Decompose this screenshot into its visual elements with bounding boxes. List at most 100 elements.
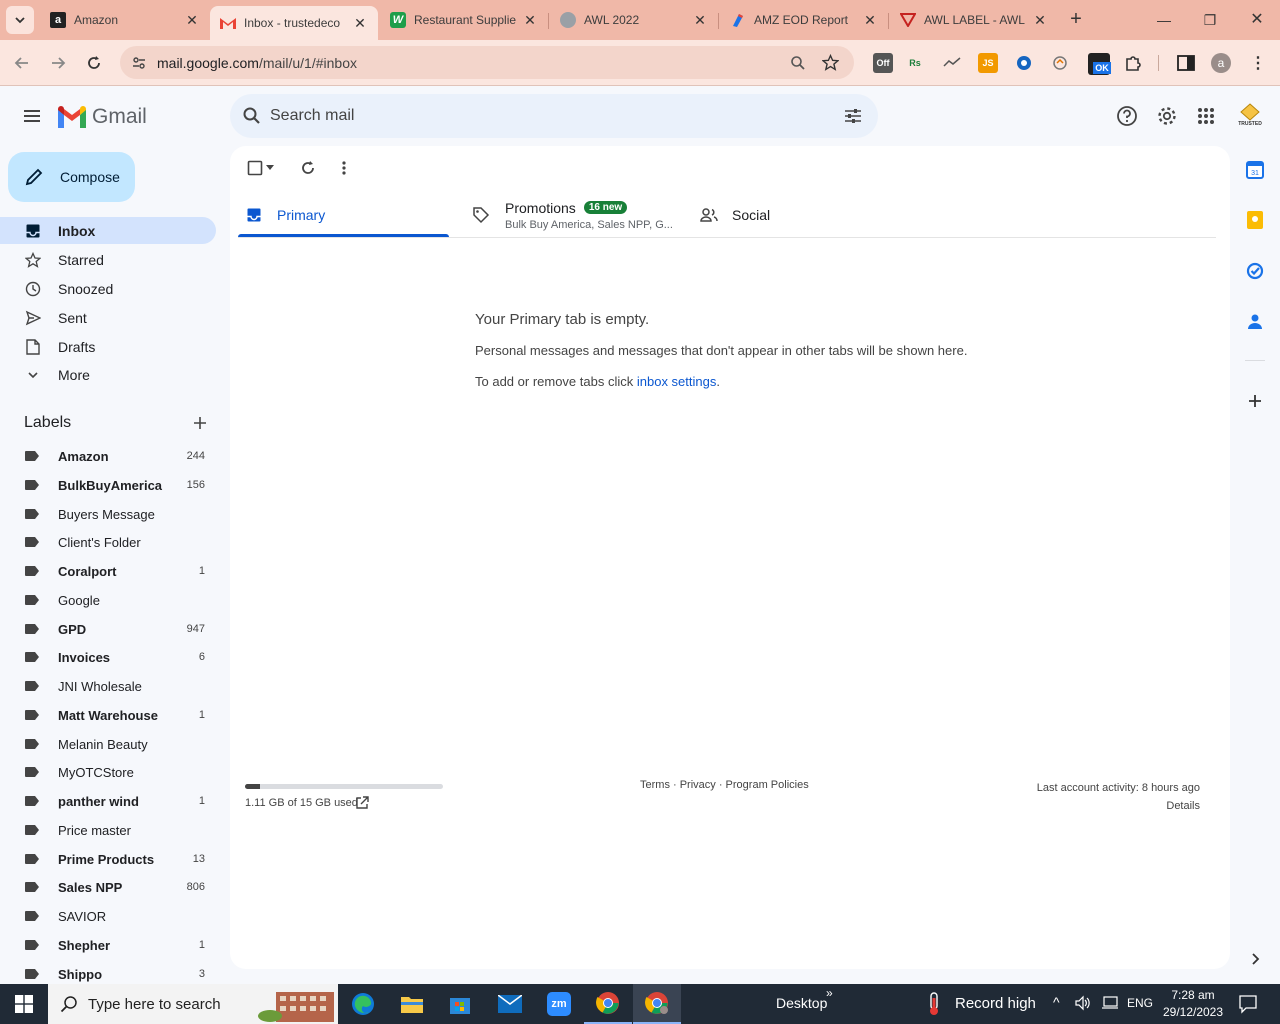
open-external-icon[interactable] xyxy=(355,796,369,810)
browser-tab-awl2022[interactable]: AWL 2022 ✕ xyxy=(550,4,718,36)
show-hidden-icons-icon[interactable]: ^ xyxy=(1053,994,1060,1010)
nav-item-inbox[interactable]: Inbox xyxy=(0,217,216,244)
more-options-icon[interactable] xyxy=(334,158,354,178)
label-item[interactable]: panther wind 1 xyxy=(0,788,216,814)
bookmark-star-icon[interactable] xyxy=(822,54,839,71)
refresh-icon[interactable] xyxy=(298,158,318,178)
close-tab-icon[interactable]: ✕ xyxy=(522,12,538,29)
search-input[interactable] xyxy=(270,104,830,128)
get-addons-icon[interactable] xyxy=(1245,391,1265,411)
label-item[interactable]: Shepher 1 xyxy=(0,932,216,958)
close-tab-icon[interactable]: ✕ xyxy=(184,12,200,29)
label-item[interactable]: GPD 947 xyxy=(0,616,216,642)
nav-item-sent[interactable]: Sent xyxy=(0,304,216,331)
browser-tab-gmail[interactable]: Inbox - trustedeco ✕ xyxy=(210,6,378,40)
volume-icon[interactable] xyxy=(1075,995,1091,1014)
extension-js-icon[interactable]: JS xyxy=(978,53,998,73)
profile-avatar[interactable]: a xyxy=(1211,53,1231,73)
nav-item-starred[interactable]: Starred xyxy=(0,246,216,273)
tab-search-button[interactable] xyxy=(6,6,34,34)
chrome-profile-app-icon[interactable] xyxy=(633,984,681,1024)
tasks-icon[interactable] xyxy=(1245,261,1265,281)
label-item[interactable]: Invoices 6 xyxy=(0,644,216,670)
close-tab-icon[interactable]: ✕ xyxy=(352,15,368,32)
chrome-app-icon[interactable] xyxy=(584,984,632,1024)
label-item[interactable]: Client's Folder xyxy=(0,529,216,555)
address-bar[interactable]: mail.google.com/mail/u/1/#inbox xyxy=(120,46,854,79)
gmail-logo[interactable]: Gmail xyxy=(58,104,147,130)
toolbar-overflow-icon[interactable]: » xyxy=(826,986,833,1000)
footer-policy-links[interactable]: Terms · Privacy · Program Policies xyxy=(640,779,809,791)
create-label-button[interactable] xyxy=(191,414,209,432)
extension-rs-icon[interactable]: Rs xyxy=(905,53,925,73)
nav-item-snoozed[interactable]: Snoozed xyxy=(0,275,216,302)
taskbar-search[interactable]: Type here to search xyxy=(48,984,338,1024)
browser-tab-restaurant[interactable]: W Restaurant Supplie ✕ xyxy=(380,4,548,36)
label-item[interactable]: Melanin Beauty xyxy=(0,731,216,757)
search-options-icon[interactable] xyxy=(843,106,863,126)
label-item[interactable]: Sales NPP 806 xyxy=(0,874,216,900)
settings-gear-icon[interactable] xyxy=(1155,104,1179,128)
desktop-toolbar-label[interactable]: Desktop xyxy=(776,995,827,1011)
reload-button[interactable] xyxy=(83,52,105,74)
side-panel-icon[interactable] xyxy=(1176,53,1196,73)
tab-promotions[interactable]: Promotions 16 new Bulk Buy America, Sale… xyxy=(472,192,673,238)
microsoft-store-icon[interactable] xyxy=(436,984,484,1024)
account-avatar[interactable]: TRUSTED xyxy=(1236,100,1264,130)
start-button[interactable] xyxy=(0,984,48,1024)
browser-tab-amazon[interactable]: a Amazon ✕ xyxy=(40,4,210,36)
label-item[interactable]: JNI Wholesale xyxy=(0,673,216,699)
search-bar[interactable] xyxy=(230,94,878,138)
inbox-settings-link[interactable]: inbox settings xyxy=(637,374,717,389)
keep-icon[interactable] xyxy=(1245,210,1265,230)
restore-button[interactable]: ❐ xyxy=(1198,8,1222,32)
close-tab-icon[interactable]: ✕ xyxy=(692,12,708,29)
browser-tab-awl-label[interactable]: AWL LABEL - AWL ✕ xyxy=(890,4,1058,36)
close-tab-icon[interactable]: ✕ xyxy=(862,12,878,29)
file-explorer-icon[interactable] xyxy=(388,984,436,1024)
nav-item-more[interactable]: More xyxy=(0,361,216,388)
label-item[interactable]: BulkBuyAmerica 156 xyxy=(0,472,216,498)
zoom-icon[interactable] xyxy=(790,55,806,71)
contacts-icon[interactable] xyxy=(1245,311,1265,331)
mail-app-icon[interactable] xyxy=(486,984,534,1024)
input-language[interactable]: ENG xyxy=(1127,996,1153,1010)
weather-icon[interactable] xyxy=(910,984,958,1024)
label-item[interactable]: Google xyxy=(0,587,216,613)
site-info-icon[interactable] xyxy=(131,55,147,71)
label-item[interactable]: SAVIOR xyxy=(0,903,216,929)
browser-menu-icon[interactable]: ⋮ xyxy=(1248,53,1268,73)
select-all-checkbox[interactable] xyxy=(245,158,265,178)
apps-grid-icon[interactable] xyxy=(1194,104,1218,128)
extensions-puzzle-icon[interactable] xyxy=(1123,53,1143,73)
label-item[interactable]: MyOTCStore xyxy=(0,759,216,785)
notifications-icon[interactable] xyxy=(1238,994,1258,1017)
main-menu-button[interactable] xyxy=(20,104,44,128)
close-tab-icon[interactable]: ✕ xyxy=(1032,12,1048,29)
calendar-icon[interactable]: 31 xyxy=(1245,160,1265,180)
hide-side-panel-icon[interactable] xyxy=(1245,949,1265,969)
weather-text[interactable]: Record high xyxy=(955,995,1036,1012)
browser-tab-amz-eod[interactable]: AMZ EOD Report ✕ xyxy=(720,4,888,36)
tab-primary[interactable]: Primary xyxy=(247,192,325,238)
forward-button[interactable] xyxy=(47,52,69,74)
network-icon[interactable] xyxy=(1101,995,1119,1014)
new-tab-button[interactable]: + xyxy=(1064,8,1088,32)
extension-helper-icon[interactable] xyxy=(1014,53,1034,73)
label-item[interactable]: Buyers Message xyxy=(0,501,216,527)
extension-off-icon[interactable]: Off xyxy=(873,53,893,73)
label-item[interactable]: Amazon 244 xyxy=(0,443,216,469)
edge-browser-icon[interactable] xyxy=(339,984,387,1024)
extension-keepa-icon[interactable] xyxy=(942,53,962,73)
zoom-app-icon[interactable]: zm xyxy=(535,984,583,1024)
back-button[interactable] xyxy=(11,52,33,74)
minimize-button[interactable]: — xyxy=(1152,8,1176,32)
tab-social[interactable]: Social xyxy=(700,192,770,238)
close-window-button[interactable]: ✕ xyxy=(1245,8,1269,32)
extension-sync-icon[interactable] xyxy=(1050,53,1070,73)
label-item[interactable]: Prime Products 13 xyxy=(0,846,216,872)
label-item[interactable]: Price master xyxy=(0,817,216,843)
nav-item-drafts[interactable]: Drafts xyxy=(0,333,216,360)
label-item[interactable]: Matt Warehouse 1 xyxy=(0,702,216,728)
extension-ok-icon[interactable]: OK xyxy=(1088,53,1111,75)
